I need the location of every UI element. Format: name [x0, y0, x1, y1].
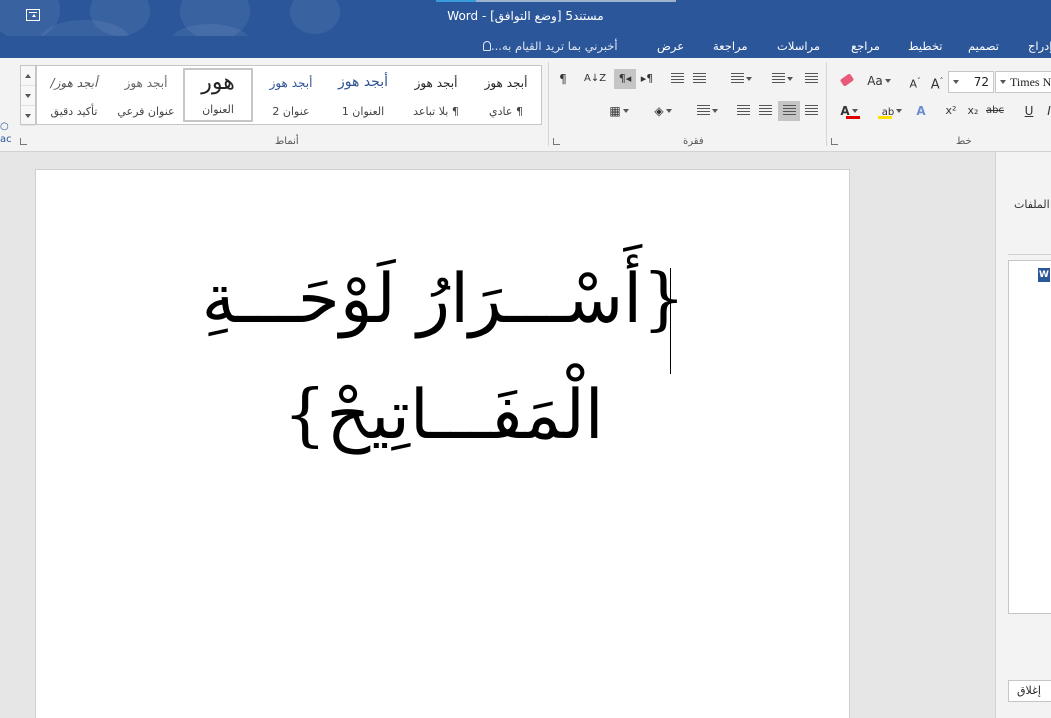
window-title: مستند5 [وضع التوافق] - Word [447, 9, 604, 23]
lightbulb-icon [483, 41, 491, 51]
style-normal[interactable]: أبجد هوز ¶ عادي [473, 68, 539, 122]
style-sample: أبجد هوز [124, 76, 168, 90]
gallery-up-icon[interactable] [21, 66, 35, 86]
borders-button[interactable]: ▦ [604, 101, 634, 121]
font-size-input[interactable]: 72 [948, 71, 994, 93]
style-sample: أبجد هوز [414, 76, 458, 90]
show-marks-button[interactable]: ¶ [554, 69, 572, 89]
style-name: العنوان 1 [341, 105, 385, 118]
styles-group-label: أنماط [275, 136, 299, 147]
superscript-button[interactable]: x² [942, 101, 960, 121]
align-right-button[interactable] [802, 101, 820, 121]
group-separator [826, 62, 827, 146]
increase-indent-button[interactable] [668, 69, 686, 89]
tab-mailings[interactable]: مراسلات [777, 39, 820, 53]
font-color-button[interactable]: A [832, 101, 866, 121]
styles-gallery-scroll[interactable] [20, 65, 36, 126]
italic-button[interactable]: I [1040, 101, 1051, 121]
title-bar: مستند5 [وضع التوافق] - Word [0, 0, 1051, 36]
bullets-button[interactable] [802, 69, 820, 89]
word-file-icon[interactable]: W [1038, 268, 1050, 282]
style-name: عنوان فرعي [117, 105, 175, 118]
style-name: ¶ بلا تباعد [413, 105, 459, 118]
pane-divider [1008, 254, 1051, 255]
file-list[interactable]: W [1008, 260, 1051, 614]
style-sample: أبجد هوز [338, 74, 388, 90]
numbering-button[interactable] [764, 69, 800, 89]
multilevel-list-button[interactable] [722, 69, 760, 89]
document-workspace: {أَسْـــرَارُ لَوْحَـــةِ الْمَفَـــاتِي… [0, 152, 995, 718]
styles-gallery: أبجد هوز ¶ عادي أبجد هوز ¶ بلا تباعد أبج… [36, 65, 542, 125]
style-name: عنوان 2 [272, 105, 310, 118]
title-accent-marker [436, 0, 476, 2]
style-subtle-emphasis[interactable]: أبجد هوز/ تأكيد دقيق [39, 68, 109, 122]
tab-design[interactable]: تصميم [968, 39, 999, 53]
document-text-line-1[interactable]: {أَسْـــرَارُ لَوْحَـــةِ [36, 260, 851, 339]
shading-button[interactable]: ◈ [648, 101, 678, 121]
sort-button[interactable]: A↓Z [584, 69, 606, 89]
style-title[interactable]: هور العنوان [183, 68, 253, 122]
files-side-pane: الملفات W إغلاق [995, 152, 1051, 718]
styles-launcher-icon[interactable] [20, 138, 27, 145]
style-sample: أبجد هوز/ [50, 76, 98, 90]
line-spacing-button[interactable] [692, 101, 722, 121]
group-separator [548, 62, 549, 146]
decrease-indent-button[interactable] [690, 69, 708, 89]
replace-icon[interactable]: ac [0, 133, 12, 146]
clear-formatting-button[interactable] [838, 71, 856, 91]
ribbon-home: ○ ac أبجد هوز ¶ عادي أبجد هوز ¶ بلا تباع… [0, 58, 1051, 152]
ribbon-tab-row: إدراج تصميم تخطيط مراجع مراسلات مراجعة ع… [0, 36, 1051, 58]
tab-review[interactable]: مراجعة [713, 39, 748, 53]
justify-button[interactable] [734, 101, 752, 121]
paragraph-group-label: فقرة [683, 136, 704, 147]
close-button[interactable]: إغلاق [1008, 680, 1051, 702]
text-effects-button[interactable]: A [912, 101, 930, 121]
gallery-more-icon[interactable] [21, 106, 35, 126]
tab-view[interactable]: عرض [657, 39, 684, 53]
paragraph-launcher-icon[interactable] [553, 138, 560, 145]
style-name: تأكيد دقيق [50, 105, 98, 118]
ltr-direction-button[interactable]: ▸¶ [638, 69, 656, 89]
font-name-input[interactable]: Times N [995, 71, 1051, 93]
style-heading-1[interactable]: أبجد هوز العنوان 1 [327, 68, 399, 122]
align-left-button[interactable] [756, 101, 774, 121]
pane-title: الملفات [1014, 198, 1050, 211]
document-text-line-2[interactable]: الْمَفَـــاتِيحْ} [36, 376, 851, 455]
text-cursor [670, 268, 671, 374]
style-heading-2[interactable]: أبجد هوز عنوان 2 [257, 68, 325, 122]
strikethrough-button[interactable]: abc [986, 101, 1004, 121]
font-group-label: خط [956, 136, 972, 147]
style-no-spacing[interactable]: أبجد هوز ¶ بلا تباعد [401, 68, 471, 122]
highlight-button[interactable]: ab [874, 101, 910, 121]
style-name: ¶ عادي [489, 105, 523, 118]
underline-button[interactable]: U [1020, 101, 1038, 121]
grow-font-button[interactable]: A˄ [928, 71, 946, 92]
align-center-button[interactable] [778, 101, 800, 121]
document-page[interactable]: {أَسْـــرَارُ لَوْحَـــةِ الْمَفَـــاتِي… [35, 169, 850, 718]
subscript-button[interactable]: x₂ [964, 101, 982, 121]
change-case-button[interactable]: Aa [862, 71, 896, 91]
tell-me-box[interactable]: أخبرني بما تريد القيام به... [480, 39, 618, 53]
rtl-direction-button[interactable]: ¶◂ [614, 69, 636, 89]
tab-layout[interactable]: تخطيط [908, 39, 942, 53]
find-icon[interactable]: ○ [0, 120, 10, 133]
style-sample: هور [201, 70, 235, 95]
style-name: العنوان [202, 103, 234, 116]
tab-references[interactable]: مراجع [851, 39, 880, 53]
font-launcher-icon[interactable] [831, 138, 838, 145]
style-sample: أبجد هوز [484, 76, 528, 90]
tell-me-text: أخبرني بما تريد القيام به... [491, 39, 618, 53]
style-sample: أبجد هوز [269, 76, 313, 90]
tab-insert[interactable]: إدراج [1028, 39, 1051, 53]
style-subtitle[interactable]: أبجد هوز عنوان فرعي [111, 68, 181, 122]
shrink-font-button[interactable]: A˅ [906, 71, 924, 91]
gallery-down-icon[interactable] [21, 86, 35, 106]
